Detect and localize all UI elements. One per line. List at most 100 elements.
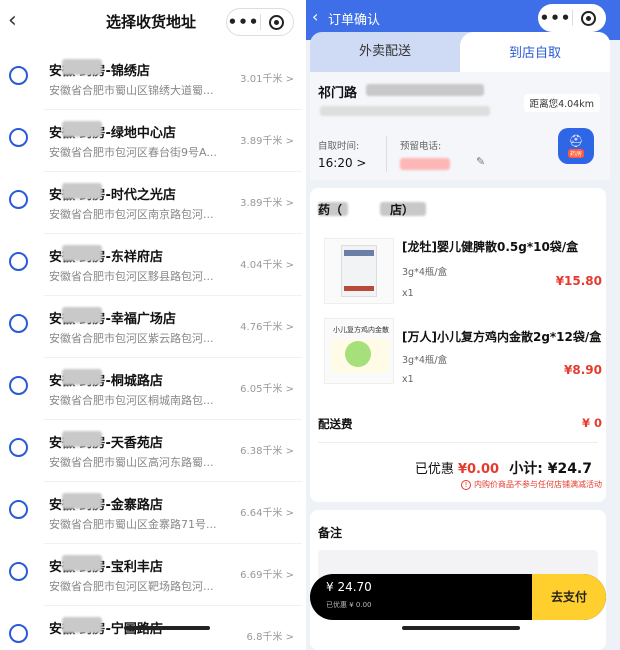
- redacted-address: [366, 84, 484, 96]
- product-image: 小儿复方鸡内金散: [324, 318, 394, 384]
- store-address: 安徽省合肥市包河区春台街9号A...: [49, 146, 217, 159]
- order-confirm-screen: ‹ 订单确认 ••• 外卖配送 到店自取 祁门路 距离您4.04km 自取时间:…: [306, 0, 620, 650]
- store-row[interactable]: 安徽 药房-天香苑店 安徽省合肥市蜀山区高河东路蜀... 6.38千米 >: [0, 420, 302, 482]
- discount-value: ¥0.00: [457, 462, 500, 477]
- pickup-time-label: 自取时间:: [318, 141, 360, 152]
- tab-pickup[interactable]: 到店自取: [460, 32, 610, 72]
- remark-label: 备注: [318, 526, 343, 540]
- store-row[interactable]: 安徽 药房-幸福广场店 安徽省合肥市包河区紫云路包河... 4.76千米 >: [0, 296, 302, 358]
- close-miniapp-button[interactable]: [573, 10, 605, 26]
- left-header: ‹ 选择收货地址 •••: [0, 0, 302, 44]
- promo-note: ! 内购价商品不参与任何店铺满减活动: [461, 479, 602, 490]
- more-dots-icon[interactable]: •••: [227, 12, 260, 32]
- medicine-box-icon: [341, 245, 377, 297]
- redacted-brand: [62, 307, 102, 323]
- store-distance: 6.69千米 >: [240, 570, 294, 581]
- shop-name: 药（ 店）: [318, 203, 415, 217]
- store-distance: 4.04千米 >: [240, 260, 294, 271]
- store-address: 安徽省合肥市蜀山区金寨路71号...: [49, 518, 217, 531]
- radio-button[interactable]: [9, 190, 28, 209]
- product-title: [万人]小儿复方鸡内金散2g*12袋/盒: [402, 330, 602, 344]
- pay-button[interactable]: 去支付: [532, 574, 606, 620]
- store-address: 祁门路: [318, 86, 358, 101]
- product-price: ¥8.90: [564, 363, 602, 377]
- fulfillment-tabs: 外卖配送 到店自取: [310, 32, 610, 72]
- store-row[interactable]: 安徽 药房-桐城路店 安徽省合肥市包河区桐城南路包... 6.05千米 >: [0, 358, 302, 420]
- redacted-brand: [62, 245, 102, 261]
- radio-button[interactable]: [9, 500, 28, 519]
- info-icon: !: [461, 480, 471, 490]
- product-price: ¥15.80: [555, 274, 602, 288]
- product-image: [324, 238, 394, 304]
- back-chevron-icon[interactable]: ‹: [312, 7, 318, 26]
- store-row[interactable]: 安徽 药房-锦绣店安徽省合肥市蜀山区锦绣大道蜀...3.01千米 >: [0, 48, 302, 110]
- store-distance: 3.01千米 >: [240, 74, 294, 85]
- checkout-bar: ¥ 24.70 已优惠 ¥ 0.00 去支付: [310, 574, 606, 620]
- radio-button[interactable]: [9, 624, 28, 643]
- more-dots-icon[interactable]: •••: [539, 8, 572, 28]
- store-address: 安徽省合肥市包河区紫云路包河...: [49, 332, 214, 345]
- product-qty: x1: [402, 288, 414, 299]
- store-address: 安徽省合肥市包河区南京路包河...: [49, 208, 214, 221]
- pickup-info-row: 自取时间: 16:20 > 预留电话: ✎ ⛑ 药房: [310, 128, 610, 174]
- store-address: 安徽省合肥市蜀山区锦绣大道蜀...: [49, 84, 214, 97]
- redacted-brand: [62, 493, 102, 509]
- store-distance: 6.38千米 >: [240, 446, 294, 457]
- home-indicator: [402, 626, 520, 630]
- store-address: 安徽省合肥市包河区桐城南路包...: [49, 394, 214, 407]
- miniapp-capsule: •••: [226, 8, 294, 36]
- store-distance: 6.64千米 >: [240, 508, 294, 519]
- store-select-screen: ‹ 选择收货地址 ••• 安徽 药房-锦绣店安徽省合肥市蜀山区锦绣大道蜀...3…: [0, 0, 302, 650]
- redacted-brand: [62, 431, 102, 447]
- store-address: 安徽省合肥市包河区黟县路包河...: [49, 270, 214, 283]
- store-row[interactable]: 安徽 药房-绿地中心店 安徽省合肥市包河区春台街9号A... 3.89千米 >: [0, 110, 302, 172]
- subtotal: 小计: ¥24.7: [509, 461, 592, 477]
- radio-button[interactable]: [9, 376, 28, 395]
- store-row[interactable]: 安徽 药房-金寨路店 安徽省合肥市蜀山区金寨路71号... 6.64千米 >: [0, 482, 302, 544]
- delivery-fee-label: 配送费: [318, 417, 353, 431]
- pharmacy-logo-icon: ⛑ 药房: [558, 128, 594, 164]
- home-indicator: [124, 626, 210, 630]
- store-distance: 6.8千米 >: [246, 632, 294, 643]
- redacted-brand: [62, 555, 102, 571]
- radio-button[interactable]: [9, 562, 28, 581]
- tab-delivery[interactable]: 外卖配送: [310, 40, 460, 59]
- redacted-brand: [62, 59, 102, 75]
- radio-button[interactable]: [9, 252, 28, 271]
- store-distance: 3.89千米 >: [240, 198, 294, 209]
- radio-button[interactable]: [9, 66, 28, 85]
- store-address: 安徽省合肥市包河区靶场路包河...: [49, 580, 214, 593]
- edit-pencil-icon[interactable]: ✎: [476, 155, 485, 168]
- order-summary: 已优惠 ¥0.00 小计: ¥24.7: [414, 461, 592, 477]
- redacted-brand: [62, 183, 102, 199]
- target-icon: [581, 10, 597, 26]
- pickup-time-select[interactable]: 16:20 >: [318, 156, 366, 170]
- redacted-address-line: [320, 106, 490, 116]
- product-spec: 3g*4瓶/盒: [402, 267, 448, 278]
- target-icon: [269, 14, 285, 30]
- order-items-card: 药（ 店） [龙牡]婴儿健脾散0.5g*10袋/盒 3g*4瓶/盒 ¥15.80…: [310, 188, 606, 502]
- miniapp-capsule: •••: [538, 4, 606, 32]
- redacted-brand: [62, 369, 102, 385]
- product-qty: x1: [402, 374, 414, 385]
- pickup-address-card: 祁门路 距离您4.04km 自取时间: 16:20 > 预留电话: ✎ ⛑ 药房: [310, 72, 610, 180]
- store-row[interactable]: 安徽 药房-东祥府店 安徽省合肥市包河区黟县路包河... 4.04千米 >: [0, 234, 302, 296]
- store-distance: 4.76千米 >: [240, 322, 294, 333]
- store-distance: 6.05千米 >: [240, 384, 294, 395]
- distance-badge: 距离您4.04km: [523, 94, 600, 112]
- pay-total: ¥ 24.70: [326, 580, 372, 594]
- store-row[interactable]: 安徽 药房-时代之光店 安徽省合肥市包河区南京路包河... 3.89千米 >: [0, 172, 302, 234]
- product-title: [龙牡]婴儿健脾散0.5g*10袋/盒: [402, 240, 579, 254]
- store-address: 安徽省合肥市蜀山区高河东路蜀...: [49, 456, 214, 469]
- close-miniapp-button[interactable]: [261, 14, 293, 30]
- radio-button[interactable]: [9, 128, 28, 147]
- product-spec: 3g*4瓶/盒: [402, 355, 448, 366]
- medicine-pack-icon: 小儿复方鸡内金散: [331, 326, 389, 373]
- store-row[interactable]: 安徽 药房-宝利丰店 安徽省合肥市包河区靶场路包河... 6.69千米 >: [0, 544, 302, 606]
- delivery-fee-value: ¥ 0: [581, 416, 602, 430]
- page-title: 订单确认: [328, 13, 381, 28]
- radio-button[interactable]: [9, 438, 28, 457]
- radio-button[interactable]: [9, 314, 28, 333]
- store-distance: 3.89千米 >: [240, 136, 294, 147]
- redacted-brand: [62, 617, 102, 633]
